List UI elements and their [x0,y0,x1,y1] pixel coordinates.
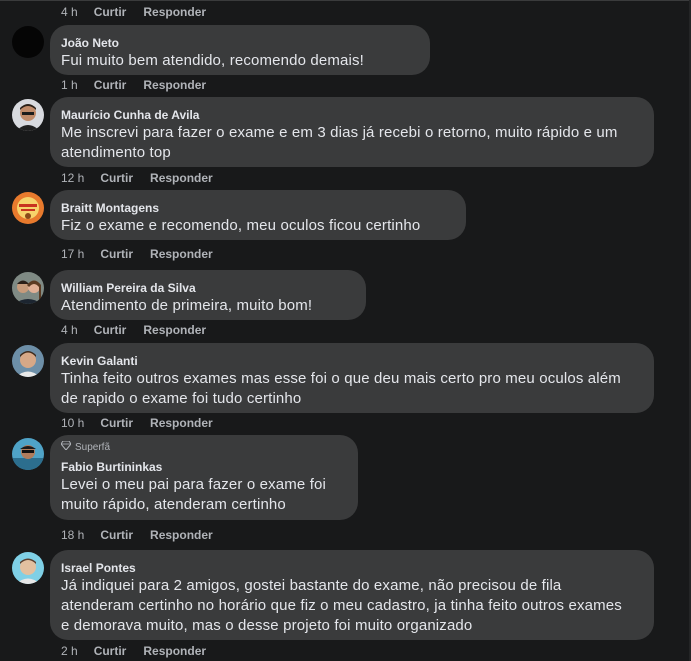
comment-bubble: João Neto Fui muito bem atendido, recome… [50,25,430,75]
superfan-badge: Superfã [60,440,346,455]
avatar[interactable] [12,552,44,584]
comment-bubble: Maurício Cunha de Avila Me inscrevi para… [50,97,654,167]
reply-link[interactable]: Responder [143,644,206,660]
comment-time: 12 h [61,171,85,185]
avatar[interactable] [12,99,44,131]
comment-actions: 2 h Curtir Responder [61,644,223,660]
comment-author[interactable]: João Neto [61,35,418,51]
comment-time: 1 h [61,78,78,92]
comment-actions: 12 h Curtir Responder [61,171,230,187]
like-link[interactable]: Curtir [94,644,127,660]
like-link[interactable]: Curtir [94,78,127,94]
reply-link[interactable]: Responder [150,416,213,432]
comment-time: 2 h [61,644,78,658]
comment-time: 18 h [61,528,85,542]
avatar[interactable] [12,26,44,58]
comment-actions: 17 h Curtir Responder [61,247,230,263]
comment-author[interactable]: Kevin Galanti [61,353,642,369]
comment-time: 4 h [61,5,78,19]
comment-author[interactable]: Maurício Cunha de Avila [61,107,642,123]
like-link[interactable]: Curtir [94,5,127,21]
diamond-icon [60,440,72,455]
avatar[interactable] [12,192,44,224]
comment-bubble: Superfã Fabio Burtininkas Levei o meu pa… [50,435,358,520]
comment-actions: 1 h Curtir Responder [61,78,223,94]
reply-link[interactable]: Responder [150,528,213,544]
avatar[interactable] [12,438,44,470]
like-link[interactable]: Curtir [100,247,133,263]
avatar[interactable] [12,272,44,304]
comment-bubble: Kevin Galanti Tinha feito outros exames … [50,343,654,413]
like-link[interactable]: Curtir [100,171,133,187]
comment-author[interactable]: Fabio Burtininkas [61,459,346,475]
like-link[interactable]: Curtir [94,323,127,339]
comment-bubble: Israel Pontes Já indiquei para 2 amigos,… [50,550,654,640]
like-link[interactable]: Curtir [100,528,133,544]
like-link[interactable]: Curtir [100,416,133,432]
avatar[interactable] [12,345,44,377]
comment-bubble: Braitt Montagens Fiz o exame e recomendo… [50,190,466,240]
reply-link[interactable]: Responder [143,323,206,339]
comment-time: 17 h [61,247,85,261]
comment-author[interactable]: Israel Pontes [61,560,642,576]
comment-text: Fiz o exame e recomendo, meu oculos fico… [61,217,421,234]
comment-author[interactable]: Braitt Montagens [61,200,454,216]
reply-link[interactable]: Responder [143,5,206,21]
comment-author[interactable]: William Pereira da Silva [61,280,354,296]
reply-link[interactable]: Responder [150,247,213,263]
comment-text: Levei o meu pai para fazer o exame foi m… [61,476,327,513]
comment-actions: 4 h Curtir Responder [61,323,223,339]
comment-text: Atendimento de primeira, muito bom! [61,297,313,314]
comment-text: Me inscrevi para fazer o exame e em 3 di… [61,124,618,161]
comment-text: Tinha feito outros exames mas esse foi o… [61,370,621,407]
reply-link[interactable]: Responder [143,78,206,94]
comment-text: Já indiquei para 2 amigos, gostei bastan… [61,577,622,634]
reply-link[interactable]: Responder [150,171,213,187]
comment-time: 10 h [61,416,85,430]
badge-label: Superfã [75,442,111,453]
comment-time: 4 h [61,323,78,337]
comment-actions: 18 h Curtir Responder [61,528,230,544]
top-divider [0,0,691,1]
comment-text: Fui muito bem atendido, recomendo demais… [61,52,364,69]
comment-actions-previous: 4 h Curtir Responder [61,5,223,21]
comment-actions: 10 h Curtir Responder [61,416,230,432]
comment-bubble: William Pereira da Silva Atendimento de … [50,270,366,320]
